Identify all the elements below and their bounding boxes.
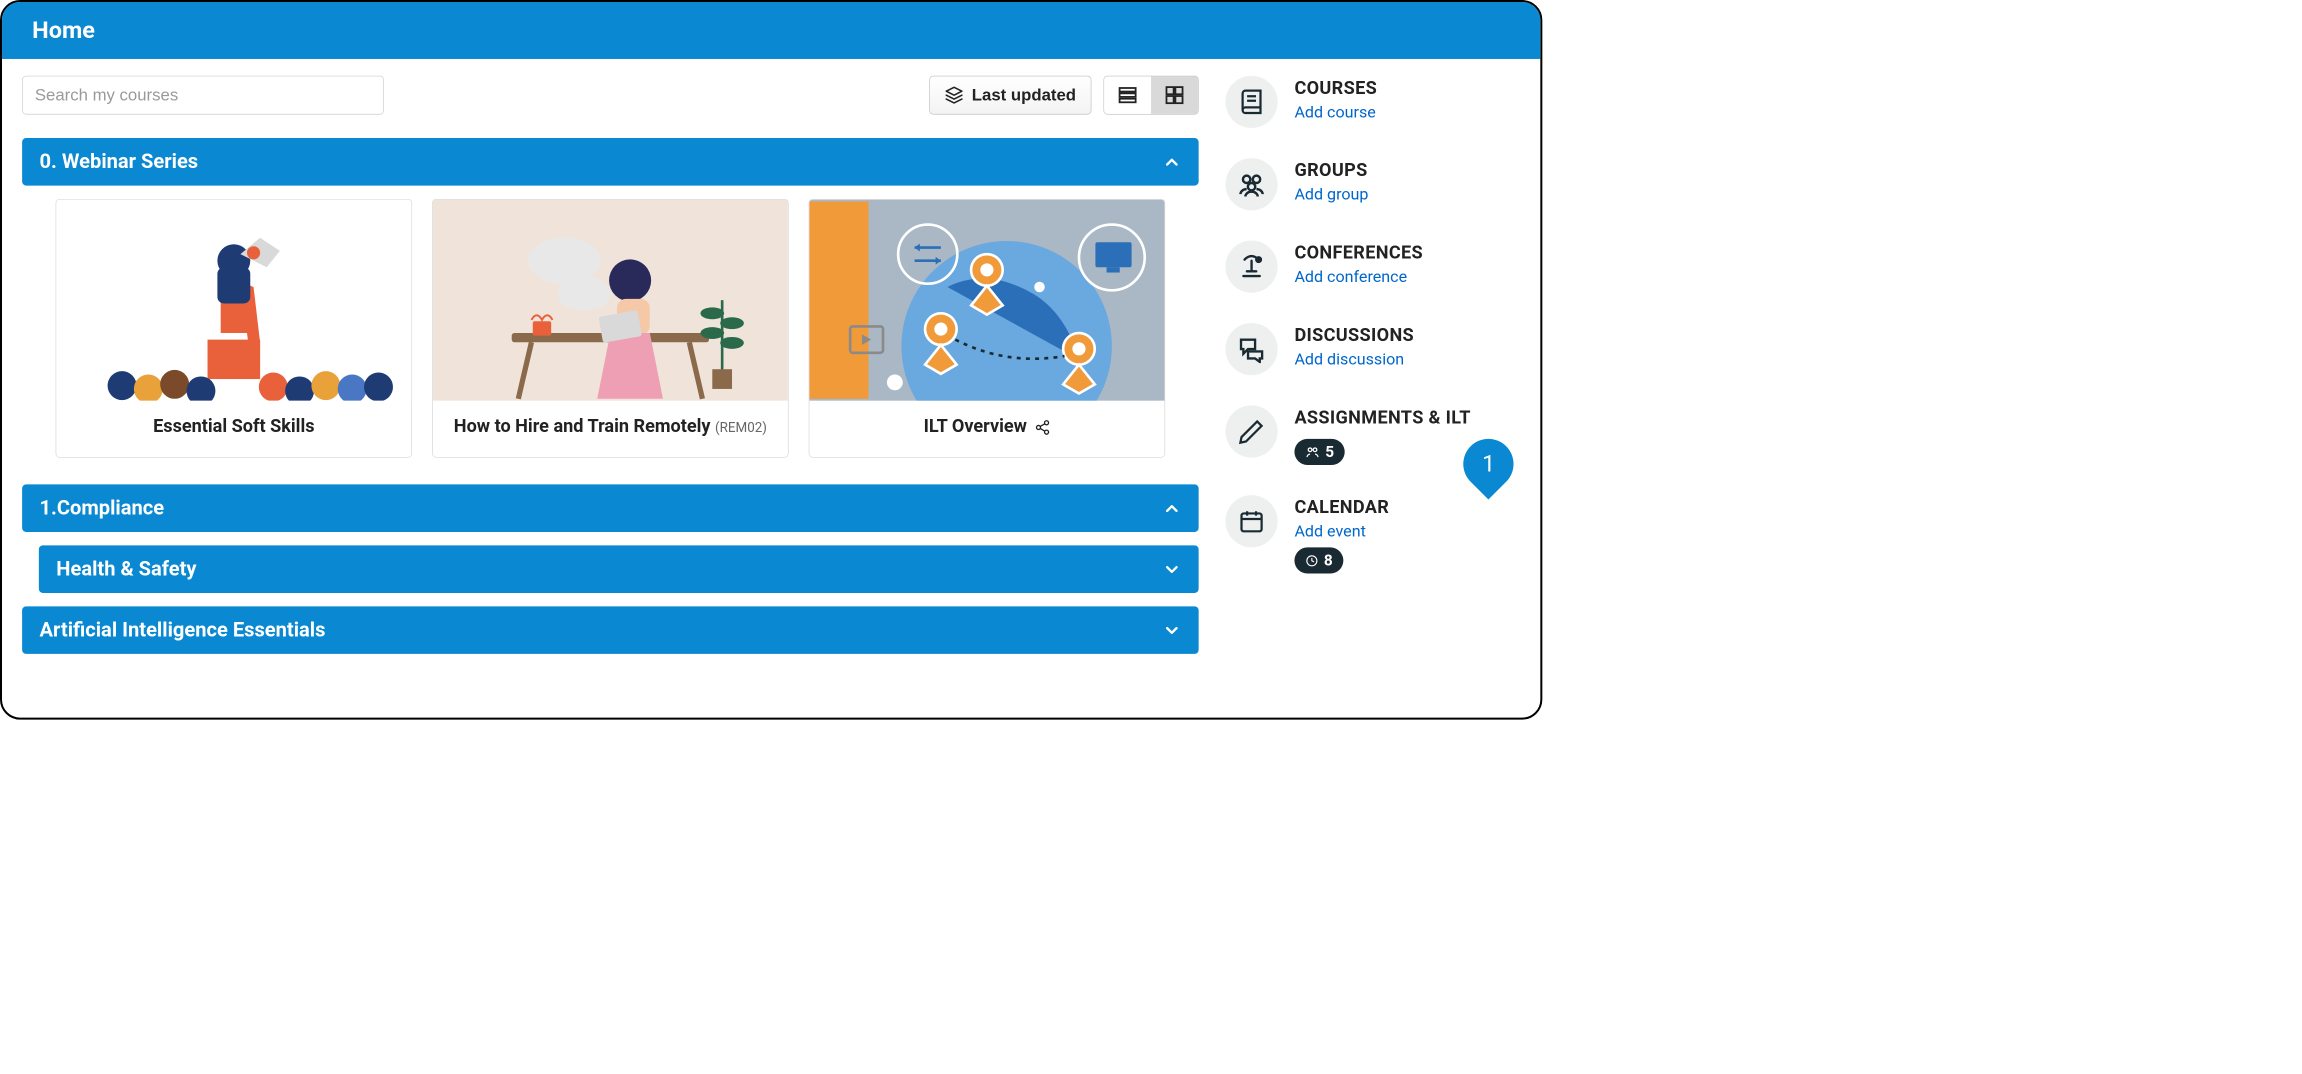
sidebar-title: COURSES: [1294, 77, 1377, 98]
add-group-link[interactable]: Add group: [1294, 185, 1368, 204]
assignments-count-badge: 5: [1294, 439, 1344, 465]
grid-icon: [1164, 84, 1185, 105]
chevron-down-icon: [1162, 560, 1181, 579]
course-thumbnail: [56, 200, 411, 401]
course-card-ilt-overview[interactable]: ILT Overview: [809, 199, 1165, 458]
sidebar-title: DISCUSSIONS: [1294, 324, 1414, 345]
toolbar-row: Last updated: [22, 76, 1199, 115]
list-icon: [1117, 84, 1138, 105]
list-view-button[interactable]: [1104, 76, 1151, 114]
sidebar-item-calendar: CALENDAR Add event 8: [1225, 495, 1520, 573]
sidebar-item-courses: COURSES Add course: [1225, 76, 1520, 128]
sort-label: Last updated: [972, 85, 1076, 104]
course-card-essential-soft-skills[interactable]: Essential Soft Skills: [56, 199, 412, 458]
add-discussion-link[interactable]: Add discussion: [1294, 350, 1414, 369]
category-title: Artificial Intelligence Essentials: [40, 618, 326, 641]
sidebar-title: CALENDAR: [1294, 496, 1389, 517]
users-icon: [1225, 158, 1277, 210]
course-title: How to Hire and Train Remotely (REM02): [433, 401, 788, 457]
course-thumbnail: [433, 200, 788, 401]
clock-small-icon: [1305, 554, 1318, 567]
category-title: 1.Compliance: [40, 496, 165, 519]
course-title: Essential Soft Skills: [56, 401, 411, 457]
sidebar-item-assignments-ilt: ASSIGNMENTS & ILT 5 1: [1225, 405, 1520, 465]
pencil-icon: [1225, 405, 1277, 457]
sidebar-item-discussions: DISCUSSIONS Add discussion: [1225, 323, 1520, 375]
app-window: Home Last updated: [0, 0, 1542, 720]
add-course-link[interactable]: Add course: [1294, 103, 1377, 122]
course-title: ILT Overview: [809, 401, 1164, 457]
category-bar-compliance[interactable]: 1.Compliance: [22, 484, 1199, 532]
view-toggle: [1103, 76, 1198, 115]
calendar-count-badge: 8: [1294, 547, 1343, 573]
sidebar-column: COURSES Add course GROUPS Add group: [1225, 76, 1520, 668]
category-bar-health-safety[interactable]: Health & Safety: [39, 545, 1199, 593]
users-small-icon: [1305, 445, 1320, 460]
category-bar-ai-essentials[interactable]: Artificial Intelligence Essentials: [22, 606, 1199, 654]
share-icon: [1034, 419, 1050, 435]
page-header: Home: [2, 2, 1540, 59]
calendar-icon: [1225, 495, 1277, 547]
category-title: Health & Safety: [56, 557, 196, 580]
body-area: Last updated 0. W: [2, 59, 1540, 687]
podium-icon: [1225, 241, 1277, 293]
category-bar-webinar-series[interactable]: 0. Webinar Series: [22, 138, 1199, 186]
sidebar-item-conferences: CONFERENCES Add conference: [1225, 241, 1520, 293]
add-conference-link[interactable]: Add conference: [1294, 267, 1423, 286]
course-thumbnail: [809, 200, 1164, 401]
book-icon: [1225, 76, 1277, 128]
grid-view-button[interactable]: [1151, 76, 1198, 114]
course-card-hire-train-remotely[interactable]: How to Hire and Train Remotely (REM02): [432, 199, 788, 458]
sidebar-title: CONFERENCES: [1294, 242, 1423, 263]
sidebar-title: GROUPS: [1294, 159, 1368, 180]
search-input[interactable]: [22, 76, 384, 115]
chevron-down-icon: [1162, 621, 1181, 640]
sidebar-item-groups: GROUPS Add group: [1225, 158, 1520, 210]
chevron-up-icon: [1162, 152, 1181, 171]
layers-icon: [945, 86, 964, 105]
main-column: Last updated 0. W: [22, 76, 1199, 668]
chat-icon: [1225, 323, 1277, 375]
sort-button[interactable]: Last updated: [930, 76, 1092, 115]
sidebar-title: ASSIGNMENTS & ILT: [1294, 407, 1470, 428]
course-cards-row: Essential Soft Skills: [22, 199, 1199, 458]
page-title: Home: [32, 17, 95, 44]
add-event-link[interactable]: Add event: [1294, 522, 1389, 541]
chevron-up-icon: [1162, 499, 1181, 518]
category-title: 0. Webinar Series: [40, 150, 199, 173]
